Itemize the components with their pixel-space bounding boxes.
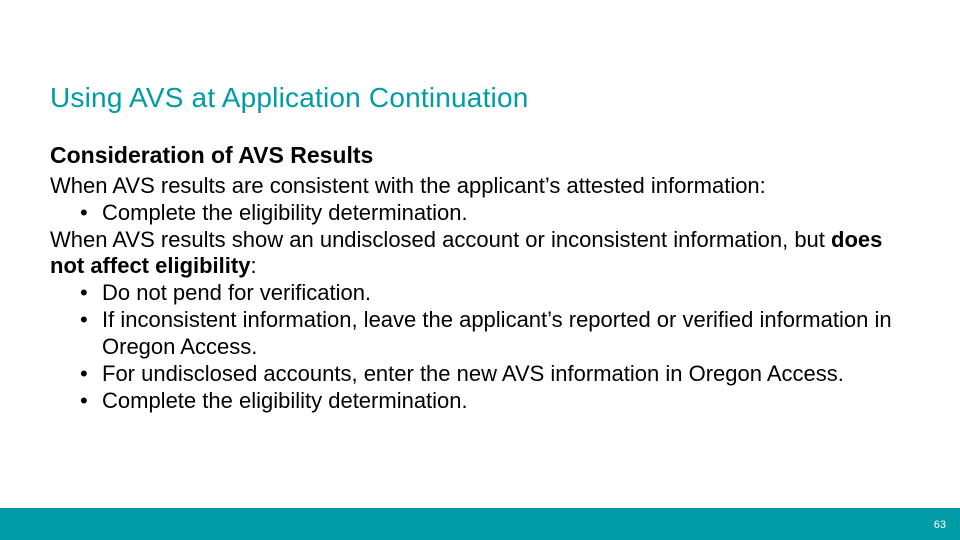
list-item: For undisclosed accounts, enter the new … <box>50 361 910 388</box>
page-number: 63 <box>934 519 946 531</box>
slide: Using AVS at Application Continuation Co… <box>0 0 960 540</box>
paragraph-2: When AVS results show an undisclosed acc… <box>50 227 910 281</box>
slide-title: Using AVS at Application Continuation <box>50 82 910 114</box>
bullet-list-1: Complete the eligibility determination. <box>50 200 910 227</box>
footer-bar: 63 <box>0 508 960 540</box>
paragraph-2-post: : <box>250 253 256 278</box>
list-item: Complete the eligibility determination. <box>50 200 910 227</box>
slide-content: Using AVS at Application Continuation Co… <box>0 0 960 414</box>
paragraph-1: When AVS results are consistent with the… <box>50 173 910 200</box>
list-item: If inconsistent information, leave the a… <box>50 307 910 361</box>
section-subheading: Consideration of AVS Results <box>50 142 910 169</box>
list-item: Complete the eligibility determination. <box>50 388 910 415</box>
bullet-list-2: Do not pend for verification. If inconsi… <box>50 280 910 414</box>
paragraph-2-pre: When AVS results show an undisclosed acc… <box>50 227 831 252</box>
list-item: Do not pend for verification. <box>50 280 910 307</box>
body-text: When AVS results are consistent with the… <box>50 173 910 414</box>
